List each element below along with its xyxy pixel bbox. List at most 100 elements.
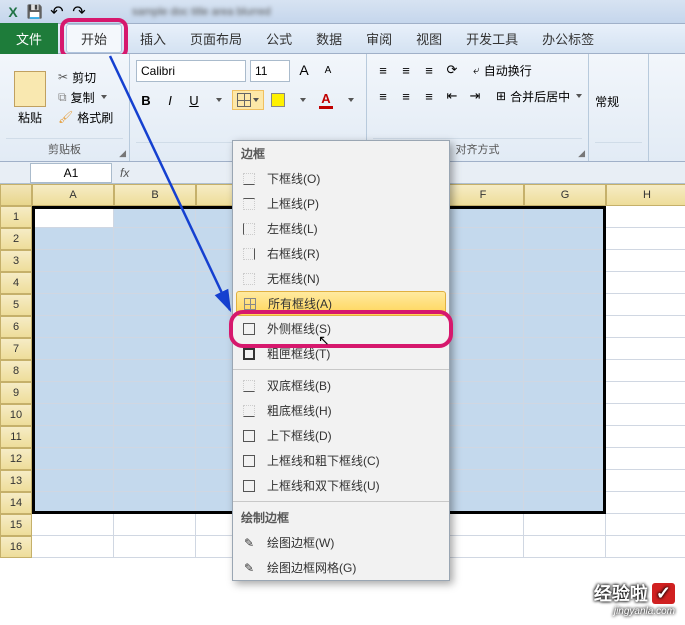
- cell[interactable]: [32, 272, 114, 294]
- row-header[interactable]: 14: [0, 492, 32, 514]
- dialog-launcher-icon[interactable]: ◢: [578, 148, 585, 159]
- cell[interactable]: [32, 448, 114, 470]
- indent-increase-button[interactable]: ⇥: [465, 86, 485, 106]
- cell[interactable]: [114, 294, 196, 316]
- border-menu-item[interactable]: 上框线(P): [233, 191, 449, 216]
- border-menu-item[interactable]: 双底框线(B): [233, 373, 449, 398]
- cell[interactable]: [114, 536, 196, 558]
- cell[interactable]: [114, 492, 196, 514]
- cell[interactable]: [442, 250, 524, 272]
- cell[interactable]: [524, 250, 606, 272]
- border-menu-item[interactable]: 所有框线(A): [236, 291, 446, 316]
- cell[interactable]: [32, 470, 114, 492]
- font-color-dropdown[interactable]: [340, 90, 360, 110]
- wrap-text-button[interactable]: ⤶自动换行: [473, 60, 532, 80]
- cell[interactable]: [442, 360, 524, 382]
- tab-data[interactable]: 数据: [304, 25, 354, 52]
- cell[interactable]: [114, 228, 196, 250]
- font-color-button[interactable]: A: [316, 90, 336, 110]
- align-left-button[interactable]: ≡: [373, 86, 393, 106]
- indent-decrease-button[interactable]: ⇤: [442, 86, 462, 106]
- row-header[interactable]: 11: [0, 426, 32, 448]
- row-header[interactable]: 3: [0, 250, 32, 272]
- borders-button[interactable]: [232, 90, 264, 110]
- cell[interactable]: [606, 338, 685, 360]
- shrink-font-button[interactable]: A: [318, 60, 338, 80]
- cell[interactable]: [606, 448, 685, 470]
- cell[interactable]: [442, 426, 524, 448]
- align-right-button[interactable]: ≡: [419, 86, 439, 106]
- cell[interactable]: [442, 492, 524, 514]
- cell[interactable]: [32, 338, 114, 360]
- cell[interactable]: [524, 514, 606, 536]
- save-icon[interactable]: 💾: [26, 3, 44, 21]
- cell[interactable]: [442, 228, 524, 250]
- cell[interactable]: [606, 514, 685, 536]
- cell[interactable]: [32, 250, 114, 272]
- tab-dev[interactable]: 开发工具: [454, 25, 530, 52]
- cell[interactable]: [524, 492, 606, 514]
- border-menu-item[interactable]: 下框线(O): [233, 166, 449, 191]
- row-header[interactable]: 10: [0, 404, 32, 426]
- cell[interactable]: [524, 404, 606, 426]
- row-header[interactable]: 16: [0, 536, 32, 558]
- cell[interactable]: [606, 228, 685, 250]
- format-painter-button[interactable]: 🖌格式刷: [58, 109, 113, 126]
- cell[interactable]: [442, 294, 524, 316]
- fill-color-button[interactable]: [268, 90, 288, 110]
- name-box[interactable]: [30, 163, 112, 183]
- fill-color-dropdown[interactable]: [292, 90, 312, 110]
- cell[interactable]: [606, 272, 685, 294]
- border-menu-item[interactable]: 粗底框线(H): [233, 398, 449, 423]
- border-menu-item[interactable]: 左框线(L): [233, 216, 449, 241]
- column-header[interactable]: F: [442, 184, 524, 206]
- undo-icon[interactable]: ↶: [48, 3, 66, 21]
- border-menu-item[interactable]: ✎绘图边框网格(G): [233, 555, 449, 580]
- row-header[interactable]: 2: [0, 228, 32, 250]
- cell[interactable]: [606, 206, 685, 228]
- cell[interactable]: [524, 206, 606, 228]
- cell[interactable]: [114, 404, 196, 426]
- dialog-launcher-icon[interactable]: ◢: [119, 148, 126, 159]
- cell[interactable]: [606, 382, 685, 404]
- cell[interactable]: [524, 338, 606, 360]
- cell[interactable]: [606, 316, 685, 338]
- cell[interactable]: [114, 514, 196, 536]
- column-header[interactable]: H: [606, 184, 685, 206]
- tab-review[interactable]: 审阅: [354, 25, 404, 52]
- cell[interactable]: [524, 316, 606, 338]
- cell[interactable]: [114, 382, 196, 404]
- underline-dropdown[interactable]: [208, 90, 228, 110]
- row-header[interactable]: 9: [0, 382, 32, 404]
- font-name-select[interactable]: [136, 60, 246, 82]
- border-menu-item[interactable]: 右框线(R): [233, 241, 449, 266]
- column-header[interactable]: B: [114, 184, 196, 206]
- border-menu-item[interactable]: 粗匣框线(T): [233, 341, 449, 366]
- cell[interactable]: [442, 338, 524, 360]
- cell[interactable]: [442, 470, 524, 492]
- border-menu-item[interactable]: 上下框线(D): [233, 423, 449, 448]
- cell[interactable]: [442, 316, 524, 338]
- border-menu-item[interactable]: ✎绘图边框(W): [233, 530, 449, 555]
- orientation-button[interactable]: ⟳: [442, 60, 462, 80]
- row-header[interactable]: 8: [0, 360, 32, 382]
- cell[interactable]: [524, 228, 606, 250]
- cell[interactable]: [32, 492, 114, 514]
- cell[interactable]: [442, 206, 524, 228]
- row-header[interactable]: 1: [0, 206, 32, 228]
- tab-office[interactable]: 办公标签: [530, 25, 606, 52]
- border-menu-item[interactable]: 上框线和双下框线(U): [233, 473, 449, 498]
- cell[interactable]: [442, 448, 524, 470]
- align-top-button[interactable]: ≡: [373, 60, 393, 80]
- border-menu-item[interactable]: 上框线和粗下框线(C): [233, 448, 449, 473]
- cell[interactable]: [524, 360, 606, 382]
- cell[interactable]: [524, 470, 606, 492]
- row-header[interactable]: 5: [0, 294, 32, 316]
- row-header[interactable]: 4: [0, 272, 32, 294]
- tab-formula[interactable]: 公式: [254, 25, 304, 52]
- merge-center-button[interactable]: ⊞合并后居中: [496, 86, 582, 106]
- row-header[interactable]: 12: [0, 448, 32, 470]
- row-header[interactable]: 15: [0, 514, 32, 536]
- align-middle-button[interactable]: ≡: [396, 60, 416, 80]
- cell[interactable]: [442, 272, 524, 294]
